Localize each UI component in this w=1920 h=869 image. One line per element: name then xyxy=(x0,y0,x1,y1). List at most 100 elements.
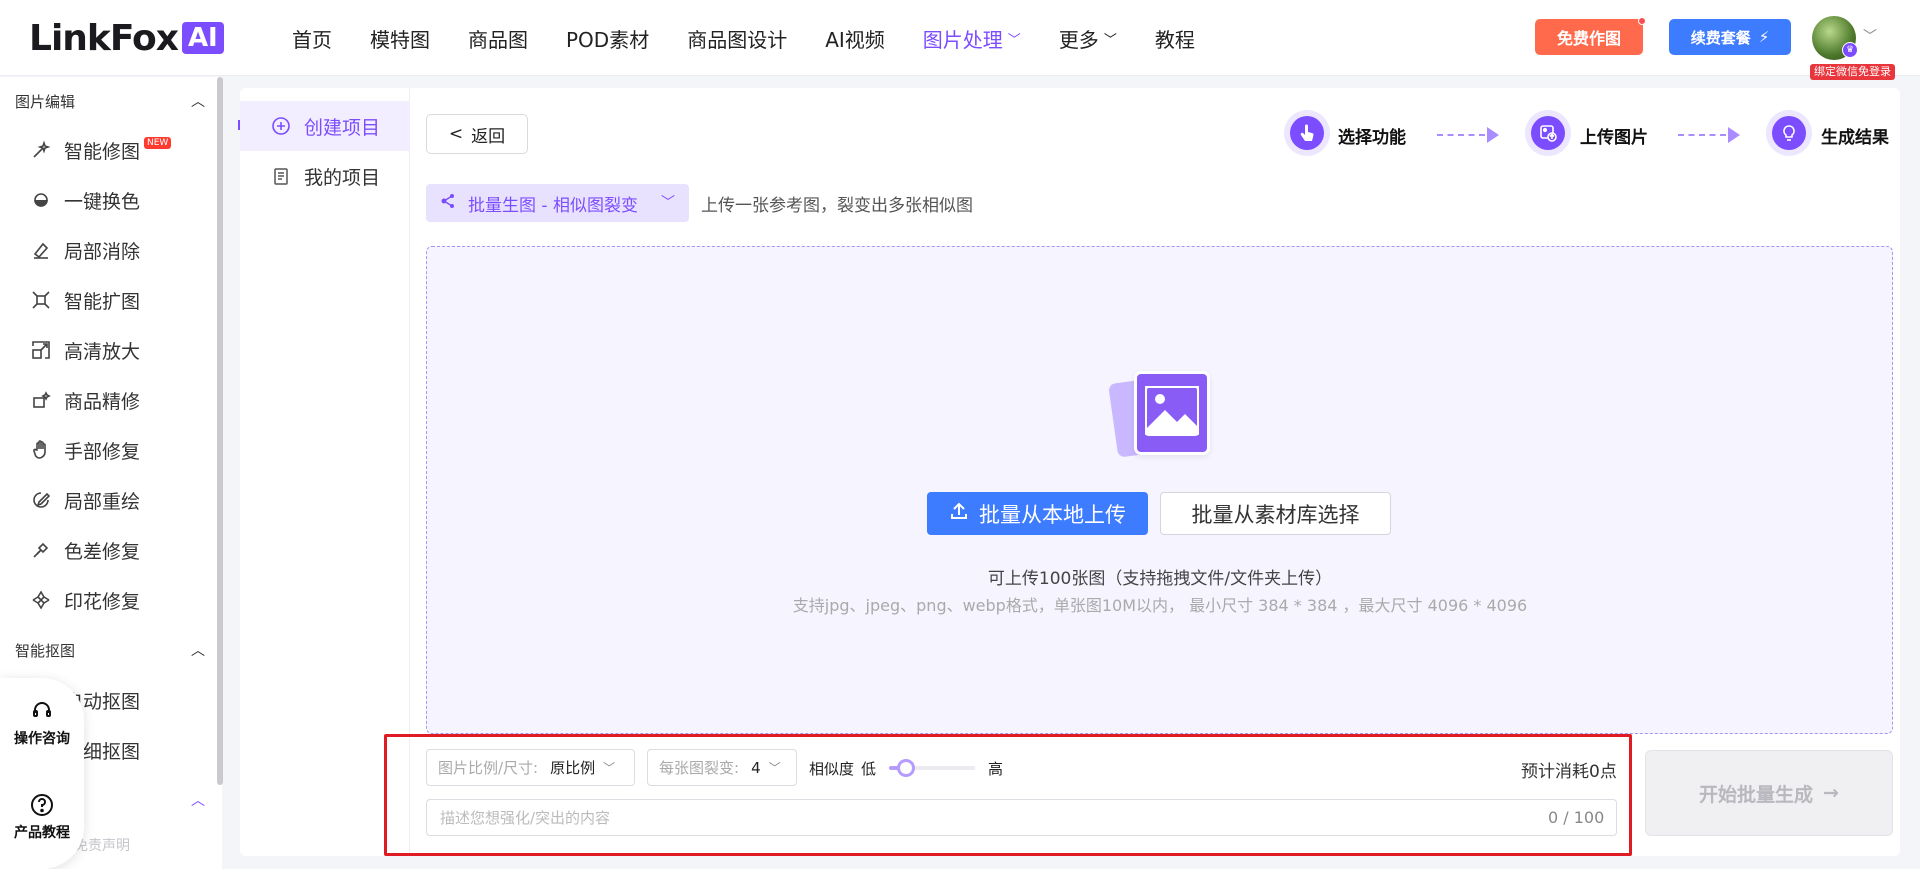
nav-model-label: 模特图 xyxy=(370,27,430,52)
consult-label: 操作咨询 xyxy=(14,731,70,747)
upload-icon xyxy=(949,501,969,526)
upload-drop-zone[interactable] xyxy=(426,246,1893,734)
mode-select[interactable]: 批量生图 - 相似图裂变 ﹀ xyxy=(426,184,689,222)
upload-hint-formats: 支持jpg、jpeg、png、webp格式，单张图10M以内， 最小尺寸 384… xyxy=(792,596,1528,615)
start-batch-button[interactable]: 开始批量生成 → xyxy=(1645,750,1893,836)
ratio-label: 图片比例/尺寸: xyxy=(438,759,539,777)
sidebar-item-color-fix[interactable]: 色差修复 xyxy=(30,537,140,563)
nav-tutorial-label: 教程 xyxy=(1154,27,1195,52)
nav-more-label: 更多 xyxy=(1058,27,1099,52)
sidebar-section-image-edit[interactable]: 图片编辑 ︿ xyxy=(15,91,205,111)
ratio-value: 原比例 xyxy=(550,759,596,777)
nav-image-processing[interactable]: 图片处理 ﹀ xyxy=(923,24,1021,53)
start-batch-label: 开始批量生成 xyxy=(1699,783,1814,806)
estimated-cost: 预计消耗0点 xyxy=(1521,762,1617,782)
upload-local-label: 批量从本地上传 xyxy=(979,502,1126,527)
back-label: 返回 xyxy=(471,126,506,147)
step-generate-result-label: 生成结果 xyxy=(1821,128,1889,148)
nav-home[interactable]: 首页 xyxy=(292,24,332,53)
color-fix-icon xyxy=(30,539,52,561)
logo-text: LinkFox xyxy=(29,17,179,59)
notification-dot xyxy=(1638,17,1646,25)
headset-icon xyxy=(29,698,55,724)
consult-button[interactable]: 操作咨询 xyxy=(0,698,84,748)
chevron-left-icon: < xyxy=(448,124,464,144)
floating-help-panel: 操作咨询 产品教程 xyxy=(0,678,84,869)
sidebar-item-upscale[interactable]: 高清放大 xyxy=(30,337,140,363)
step-select-function-label: 选择功能 xyxy=(1338,128,1406,148)
color-swap-icon xyxy=(30,189,52,211)
bulb-icon xyxy=(1772,116,1806,150)
my-projects-item[interactable]: 我的项目 xyxy=(240,151,410,201)
split-count-select[interactable]: 每张图裂变: 4 ﹀ xyxy=(647,749,797,786)
create-project-label: 创建项目 xyxy=(304,116,381,139)
crown-icon: ♛ xyxy=(1842,42,1858,58)
ratio-select[interactable]: 图片比例/尺寸: 原比例 ﹀ xyxy=(426,749,635,786)
step-upload-image xyxy=(1525,110,1571,156)
renew-plan-button[interactable]: 续费套餐 ⚡ xyxy=(1669,19,1791,55)
chevron-down-icon: ﹀ xyxy=(1007,32,1021,48)
eraser-icon xyxy=(30,239,52,261)
create-project-item[interactable]: 创建项目 xyxy=(240,101,410,151)
step-upload-image-label: 上传图片 xyxy=(1580,128,1648,148)
nav-more[interactable]: 更多 ﹀ xyxy=(1059,24,1117,53)
select-library-button[interactable]: 批量从素材库选择 xyxy=(1160,492,1391,535)
tutorial-label: 产品教程 xyxy=(14,825,70,841)
sidebar-item-local-redraw[interactable]: 局部重绘 xyxy=(30,487,140,513)
renew-plan-label: 续费套餐 xyxy=(1690,28,1751,47)
sidebar-section-smart-cutout[interactable]: 智能抠图 ︿ xyxy=(15,640,205,660)
step-select-function xyxy=(1284,110,1330,156)
nav-model[interactable]: 模特图 xyxy=(370,24,430,53)
free-create-button[interactable]: 免费作图 xyxy=(1535,17,1646,55)
nav-pod[interactable]: POD素材 xyxy=(566,24,649,53)
nav-product[interactable]: 商品图 xyxy=(468,24,528,53)
new-badge: NEW xyxy=(144,137,172,149)
share-nodes-icon xyxy=(440,193,456,213)
logo[interactable]: LinkFox AI xyxy=(29,17,224,59)
chevron-down-icon: ﹀ xyxy=(1103,32,1117,48)
step-arrow xyxy=(1437,127,1499,143)
similarity-label: 相似度 xyxy=(809,760,855,778)
upload-hint-main: 可上传100张图（支持拖拽文件/文件夹上传） xyxy=(987,569,1333,589)
free-create-label: 免费作图 xyxy=(1556,29,1621,48)
sidebar-scrollbar[interactable] xyxy=(217,77,223,785)
upscale-icon xyxy=(30,339,52,361)
sidebar-item-smart-retouch[interactable]: 智能修图 NEW xyxy=(30,137,172,163)
step-generate-result xyxy=(1766,110,1812,156)
tutorial-button[interactable]: 产品教程 xyxy=(0,792,84,842)
sidebar-item-local-erase[interactable]: 局部消除 xyxy=(30,237,140,263)
section-title: 智能抠图 xyxy=(15,641,76,660)
description-input[interactable] xyxy=(426,799,1617,836)
magic-wand-icon xyxy=(30,139,52,161)
sidebar-item-product-retouch[interactable]: 商品精修 xyxy=(30,387,140,413)
bind-wechat-badge[interactable]: 绑定微信免登录 xyxy=(1810,64,1895,80)
hand-icon xyxy=(30,439,52,461)
chevron-up-icon: ︿ xyxy=(191,94,205,110)
similarity-low-label: 低 xyxy=(861,760,877,778)
sidebar-item-hand-fix[interactable]: 手部修复 xyxy=(30,437,140,463)
question-icon xyxy=(29,792,55,818)
step-arrow xyxy=(1678,127,1740,143)
back-button[interactable]: < 返回 xyxy=(426,114,528,154)
section-title: 图片编辑 xyxy=(15,92,76,111)
lightning-icon: ⚡ xyxy=(1758,28,1770,46)
select-library-label: 批量从素材库选择 xyxy=(1191,502,1360,527)
sidebar-item-label: 局部消除 xyxy=(64,240,141,263)
sidebar-item-smart-expand[interactable]: 智能扩图 xyxy=(30,287,140,313)
nav-design[interactable]: 商品图设计 xyxy=(687,24,787,53)
chevron-up-icon: ︿ xyxy=(191,643,205,659)
sidebar-item-color-swap[interactable]: 一键换色 xyxy=(30,187,140,213)
document-list-icon xyxy=(270,165,292,187)
chevron-down-icon[interactable]: ﹀ xyxy=(1863,26,1877,46)
nav-tutorial[interactable]: 教程 xyxy=(1155,24,1195,53)
split-label: 每张图裂变: xyxy=(659,759,740,777)
nav-ai-video[interactable]: AI视频 xyxy=(825,24,885,53)
sidebar-item-label: 色差修复 xyxy=(64,540,141,563)
nav-pod-label: POD素材 xyxy=(566,27,650,52)
sidebar-item-label: 手部修复 xyxy=(64,440,141,463)
logo-ai-badge: AI xyxy=(181,22,224,54)
similarity-high-label: 高 xyxy=(988,760,1004,778)
upload-local-button[interactable]: 批量从本地上传 xyxy=(927,492,1148,535)
chevron-down-icon: ﹀ xyxy=(768,761,781,775)
image-upload-icon xyxy=(1531,116,1565,150)
